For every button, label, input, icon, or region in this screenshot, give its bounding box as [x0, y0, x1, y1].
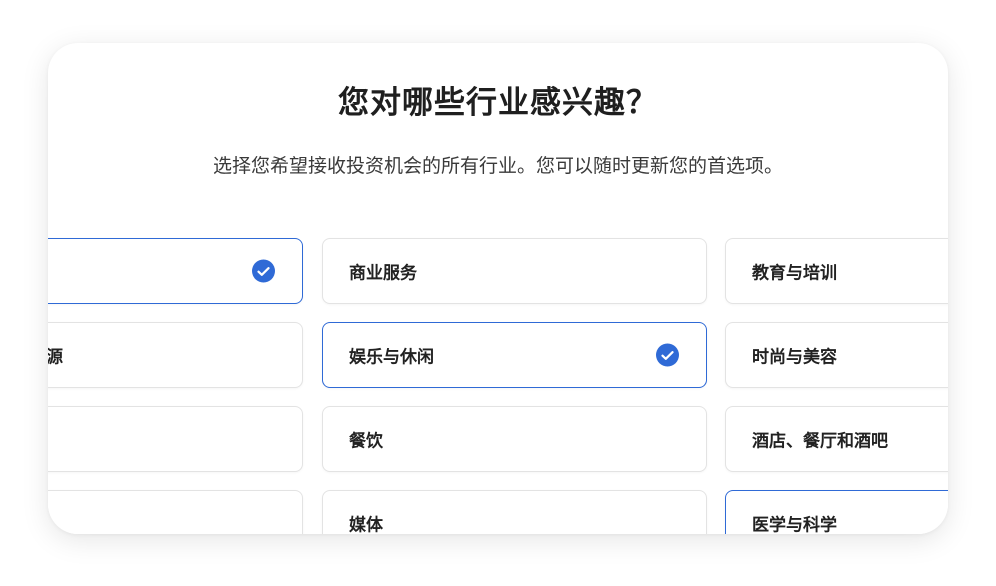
check-icon	[252, 259, 275, 283]
industry-card-left-3[interactable]	[48, 406, 303, 472]
industry-card-label: 媒体	[349, 515, 383, 535]
industry-card-medicine-science[interactable]: 医学与科学	[725, 490, 948, 534]
industry-card-entertainment-leisure[interactable]: 娱乐与休闲	[322, 322, 707, 388]
industry-card-label: 餐饮	[349, 431, 383, 452]
industry-card-hotels-restaurants-bars[interactable]: 酒店、餐厅和酒吧	[725, 406, 948, 472]
industry-card-left-4[interactable]	[48, 490, 303, 534]
industry-card-label: 时尚与美容	[752, 347, 837, 368]
industry-card-label: 教育与培训	[752, 263, 837, 284]
industry-card-label: 资源	[48, 347, 63, 368]
industry-card-label: 娱乐与休闲	[349, 347, 434, 368]
industry-card-left-1[interactable]	[48, 238, 303, 304]
page-subtitle: 选择您希望接收投资机会的所有行业。您可以随时更新您的首选项。	[212, 155, 783, 177]
industry-selection-panel: 您对哪些行业感兴趣？ 选择您希望接收投资机会的所有行业。您可以随时更新您的首选项…	[48, 43, 948, 534]
page-title: 您对哪些行业感兴趣？	[338, 85, 658, 121]
industry-card-label: 医学与科学	[752, 515, 837, 535]
industry-card-media[interactable]: 媒体	[322, 490, 707, 534]
industry-card-education-training[interactable]: 教育与培训	[725, 238, 948, 304]
industry-card-food-beverage[interactable]: 餐饮	[322, 406, 707, 472]
industry-card-label: 酒店、餐厅和酒吧	[752, 431, 888, 452]
industry-card-business-services[interactable]: 商业服务	[322, 238, 707, 304]
industry-card-left-2[interactable]: 资源	[48, 322, 303, 388]
check-icon	[656, 343, 679, 367]
industry-card-fashion-beauty[interactable]: 时尚与美容	[725, 322, 948, 388]
industry-card-label: 商业服务	[349, 263, 417, 284]
